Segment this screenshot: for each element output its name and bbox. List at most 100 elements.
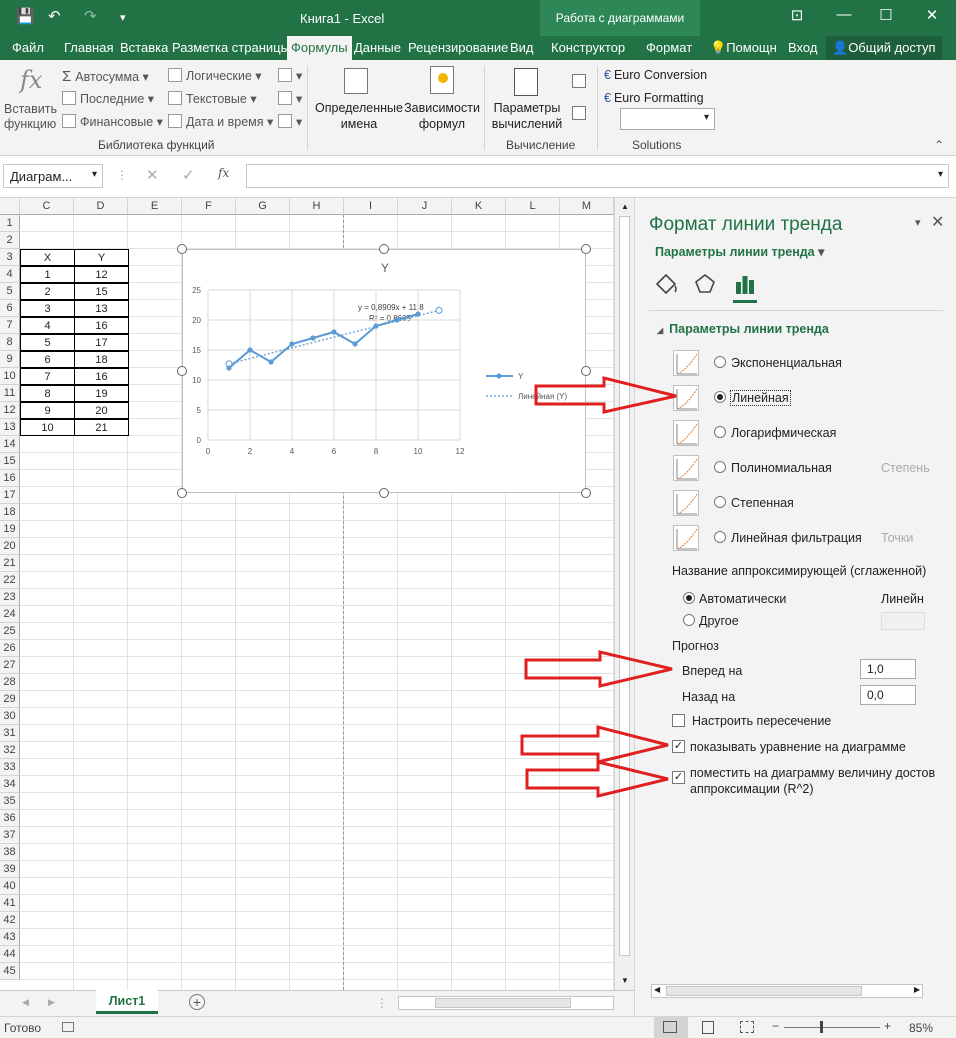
table-cell[interactable]: 9: [20, 402, 75, 419]
zoom-slider[interactable]: [784, 1027, 880, 1028]
text-button[interactable]: Текстовые ▾: [168, 91, 257, 106]
worksheet[interactable]: C D E F G H I J K L M 1 2 3 4 5 6 7 8 9 10 11 12 13 14 15 16 17 18 19…: [0, 198, 634, 990]
financial-button[interactable]: Финансовые ▾: [62, 114, 163, 129]
insert-function-button[interactable]: Вставить функцию: [4, 102, 57, 132]
column-header-d[interactable]: D: [74, 198, 128, 215]
table-header-cell[interactable]: X: [20, 249, 75, 266]
row-header[interactable]: 40: [0, 878, 20, 895]
maximize-icon[interactable]: ☐: [874, 6, 898, 24]
row-header[interactable]: 6: [0, 300, 20, 317]
row-header[interactable]: 45: [0, 963, 20, 980]
section-header[interactable]: ◢ Параметры линии тренда: [657, 322, 829, 336]
page-layout-icon[interactable]: [702, 1021, 714, 1034]
scroll-thumb[interactable]: [435, 998, 571, 1008]
ribbon-display-icon[interactable]: ⊡: [785, 6, 809, 24]
prev-sheet-icon[interactable]: ◀: [22, 997, 29, 1008]
set-intercept-checkbox[interactable]: [672, 714, 685, 727]
trend-equation[interactable]: y = 0,8909x + 11,8: [358, 303, 424, 312]
show-r2-label-line1[interactable]: поместить на диаграмму величину достов: [690, 766, 935, 780]
resize-handle[interactable]: [177, 366, 187, 376]
collapse-ribbon-icon[interactable]: ⌃: [934, 138, 944, 152]
trend-type-label[interactable]: Логарифмическая: [731, 426, 836, 440]
show-equation-label[interactable]: показывать уравнение на диаграмме: [690, 740, 906, 754]
sheet-tab-list1[interactable]: Лист1: [96, 990, 158, 1014]
scroll-down-icon[interactable]: ▼: [621, 976, 629, 985]
insert-function-icon[interactable]: fx: [218, 166, 229, 180]
row-header[interactable]: 14: [0, 436, 20, 453]
table-cell[interactable]: 1: [20, 266, 75, 283]
undo-icon[interactable]: ↶: [48, 7, 61, 25]
name-other-input[interactable]: [881, 612, 925, 630]
trend-type-label[interactable]: Степенная: [731, 496, 794, 510]
close-icon[interactable]: ✕: [920, 6, 944, 24]
next-sheet-icon[interactable]: ▶: [48, 997, 55, 1008]
row-header[interactable]: 19: [0, 521, 20, 538]
cancel-icon[interactable]: ✕: [146, 166, 159, 184]
show-r2-checkbox[interactable]: ✓: [672, 771, 685, 784]
table-cell[interactable]: 17: [74, 334, 129, 351]
calculate-sheet-icon[interactable]: [572, 106, 586, 120]
pane-menu-icon[interactable]: ▾: [915, 216, 921, 229]
row-header[interactable]: 29: [0, 691, 20, 708]
tab-format[interactable]: Формат: [646, 40, 692, 55]
datetime-button[interactable]: Дата и время ▾: [168, 114, 273, 129]
table-cell[interactable]: 10: [20, 419, 75, 436]
row-header[interactable]: 22: [0, 572, 20, 589]
name-other-radio[interactable]: [683, 614, 695, 626]
tab-data[interactable]: Данные: [354, 40, 401, 55]
customize-qat-icon[interactable]: ▾: [120, 11, 126, 24]
row-header[interactable]: 13: [0, 419, 20, 436]
scroll-thumb[interactable]: [619, 216, 630, 956]
row-header[interactable]: 7: [0, 317, 20, 334]
name-auto-label[interactable]: Автоматически: [699, 592, 786, 606]
row-header[interactable]: 1: [0, 215, 20, 232]
column-header-i[interactable]: I: [344, 198, 398, 215]
horizontal-scrollbar[interactable]: [398, 996, 614, 1010]
column-header-j[interactable]: J: [398, 198, 452, 215]
table-cell[interactable]: 7: [20, 368, 75, 385]
table-cell[interactable]: 4: [20, 317, 75, 334]
effects-icon[interactable]: [693, 272, 717, 296]
tab-view[interactable]: Вид: [510, 40, 534, 55]
row-header[interactable]: 10: [0, 368, 20, 385]
resize-handle[interactable]: [581, 488, 591, 498]
tab-page-layout[interactable]: Разметка страницы: [172, 40, 290, 55]
zoom-in-icon[interactable]: +: [884, 1019, 891, 1033]
row-header[interactable]: 33: [0, 759, 20, 776]
row-header[interactable]: 34: [0, 776, 20, 793]
fill-line-icon[interactable]: [653, 272, 679, 296]
column-header-e[interactable]: E: [128, 198, 182, 215]
row-header[interactable]: 4: [0, 266, 20, 283]
column-header-h[interactable]: H: [290, 198, 344, 215]
euro-conversion-button[interactable]: € Euro Conversion: [604, 68, 707, 82]
row-header[interactable]: 44: [0, 946, 20, 963]
tab-review[interactable]: Рецензирование: [408, 40, 508, 55]
tab-formulas[interactable]: Формулы: [287, 36, 352, 60]
resize-handle[interactable]: [581, 244, 591, 254]
options-dropdown[interactable]: Параметры линии тренда ▾: [655, 244, 824, 259]
backward-input[interactable]: 0,0: [860, 685, 916, 705]
scroll-right-icon[interactable]: ▶: [914, 985, 920, 994]
row-header[interactable]: 12: [0, 402, 20, 419]
trend-type-label[interactable]: Полиномиальная: [731, 461, 832, 475]
column-header-l[interactable]: L: [506, 198, 560, 215]
row-header[interactable]: 9: [0, 351, 20, 368]
trend-type-label[interactable]: Линейная фильтрация: [731, 531, 862, 545]
resize-handle[interactable]: [177, 488, 187, 498]
zoom-out-icon[interactable]: −: [772, 1019, 779, 1033]
row-header[interactable]: 25: [0, 623, 20, 640]
euro-formatting-button[interactable]: € Euro Formatting: [604, 91, 704, 105]
recent-button[interactable]: Последние ▾: [62, 91, 154, 106]
close-icon[interactable]: ✕: [931, 212, 944, 232]
trend-type-radio[interactable]: [714, 356, 726, 368]
table-cell[interactable]: 15: [74, 283, 129, 300]
row-header[interactable]: 28: [0, 674, 20, 691]
table-cell[interactable]: 5: [20, 334, 75, 351]
name-other-label[interactable]: Другое: [699, 614, 739, 628]
row-header[interactable]: 23: [0, 589, 20, 606]
row-header[interactable]: 3: [0, 249, 20, 266]
row-header[interactable]: 42: [0, 912, 20, 929]
row-header[interactable]: 11: [0, 385, 20, 402]
resize-handle[interactable]: [379, 244, 389, 254]
name-auto-radio[interactable]: [683, 592, 695, 604]
